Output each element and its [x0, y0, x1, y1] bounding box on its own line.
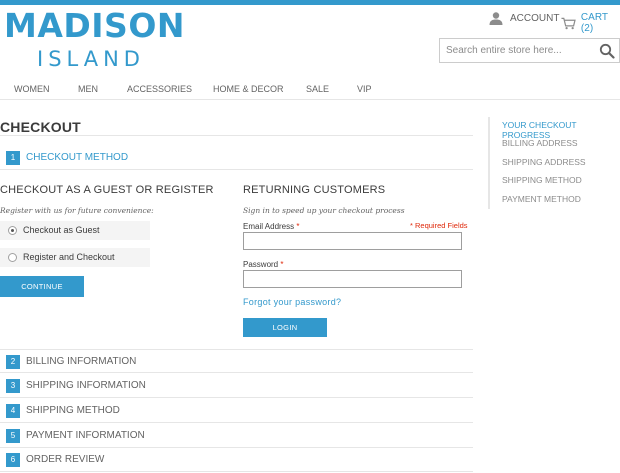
- continue-button[interactable]: CONTINUE: [0, 276, 84, 297]
- search-input[interactable]: [440, 39, 595, 62]
- step-label: CHECKOUT METHOD: [26, 152, 129, 163]
- account-label: ACCOUNT: [510, 13, 560, 24]
- password-label: Password *: [243, 260, 284, 269]
- step-order-review[interactable]: 6 ORDER REVIEW: [0, 448, 473, 472]
- title-divider: [0, 135, 473, 136]
- step-number: 5: [6, 429, 20, 443]
- nav-item-vip[interactable]: VIP: [357, 84, 372, 94]
- radio-button[interactable]: [8, 253, 17, 262]
- nav-item-men[interactable]: MEN: [78, 84, 98, 94]
- password-field[interactable]: [243, 270, 462, 288]
- page-title: CHECKOUT: [0, 119, 81, 135]
- search-icon[interactable]: [599, 43, 615, 59]
- account-link[interactable]: ACCOUNT: [489, 12, 559, 25]
- step-shipping-information[interactable]: 3 SHIPPING INFORMATION: [0, 374, 473, 398]
- step-shipping-method[interactable]: 4 SHIPPING METHOD: [0, 399, 473, 423]
- email-field[interactable]: [243, 232, 462, 250]
- step-label: SHIPPING INFORMATION: [26, 380, 146, 391]
- progress-item-shipping-address: SHIPPING ADDRESS: [502, 157, 586, 167]
- site-logo[interactable]: MADISON ISLAND: [4, 6, 185, 72]
- radio-register-checkout[interactable]: Register and Checkout: [0, 248, 150, 267]
- cart-label: CART (2): [580, 12, 608, 34]
- required-asterisk: *: [280, 260, 284, 269]
- radio-button-checked[interactable]: [8, 226, 17, 235]
- step-label: ORDER REVIEW: [26, 454, 105, 465]
- login-button[interactable]: LOGIN: [243, 318, 327, 337]
- required-asterisk: *: [296, 222, 300, 231]
- guest-subtext: Register with us for future convenience:: [0, 206, 154, 215]
- cart-link[interactable]: CART (2): [561, 12, 620, 34]
- search-box: [439, 38, 620, 63]
- guest-heading: CHECKOUT AS A GUEST OR REGISTER: [0, 184, 214, 196]
- step-payment-information[interactable]: 5 PAYMENT INFORMATION: [0, 424, 473, 448]
- step-number: 3: [6, 379, 20, 393]
- returning-heading: RETURNING CUSTOMERS: [243, 184, 386, 196]
- logo-main-text: MADISON: [4, 6, 185, 45]
- step-number: 6: [6, 453, 20, 467]
- progress-item-billing-address: BILLING ADDRESS: [502, 138, 578, 148]
- step-billing-information[interactable]: 2 BILLING INFORMATION: [0, 349, 473, 373]
- progress-item-payment-method: PAYMENT METHOD: [502, 194, 581, 204]
- progress-divider: [488, 117, 490, 209]
- main-nav: WOMEN MEN ACCESSORIES HOME & DECOR SALE …: [0, 84, 620, 100]
- forgot-password-link[interactable]: Forgot your password?: [243, 297, 341, 307]
- step-number: 2: [6, 355, 20, 369]
- step-number: 4: [6, 404, 20, 418]
- required-fields-note: * Required Fields: [410, 221, 468, 230]
- nav-item-women[interactable]: WOMEN: [14, 84, 50, 94]
- top-accent-bar: [0, 0, 620, 5]
- nav-item-home-decor[interactable]: HOME & DECOR: [213, 84, 284, 94]
- step-label: BILLING INFORMATION: [26, 356, 137, 367]
- email-label: Email Address *: [243, 222, 300, 231]
- radio-label: Register and Checkout: [23, 252, 115, 262]
- logo-sub-text: ISLAND: [37, 47, 145, 71]
- progress-item-shipping-method: SHIPPING METHOD: [502, 175, 582, 185]
- user-icon: [489, 12, 503, 25]
- step-label: SHIPPING METHOD: [26, 405, 120, 416]
- radio-checkout-guest[interactable]: Checkout as Guest: [0, 221, 150, 240]
- radio-label: Checkout as Guest: [23, 225, 100, 235]
- step-label: PAYMENT INFORMATION: [26, 430, 145, 441]
- step-number: 1: [6, 151, 20, 165]
- nav-item-sale[interactable]: SALE: [306, 84, 329, 94]
- returning-subtext: Sign in to speed up your checkout proces…: [243, 206, 405, 215]
- step-checkout-method[interactable]: 1 CHECKOUT METHOD: [0, 146, 473, 170]
- nav-item-accessories[interactable]: ACCESSORIES: [127, 84, 192, 94]
- cart-icon: [561, 17, 576, 29]
- progress-title: YOUR CHECKOUT PROGRESS: [502, 120, 577, 140]
